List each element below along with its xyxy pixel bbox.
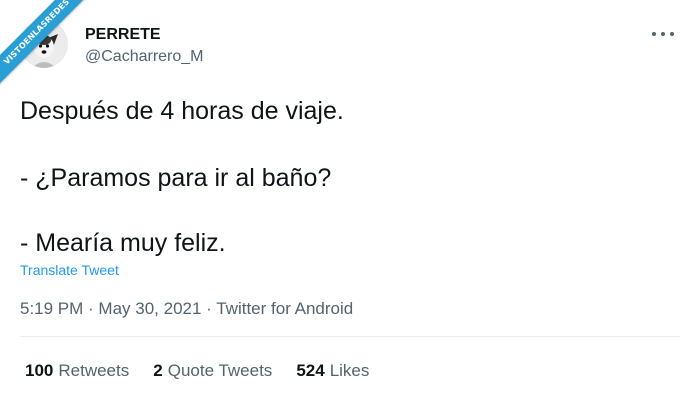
more-dot	[661, 32, 665, 36]
likes-count: 524	[296, 361, 325, 380]
more-dot	[670, 32, 674, 36]
author-display-name[interactable]: PERRETE	[85, 26, 161, 44]
quote-tweets-count: 2	[153, 361, 163, 380]
tweet-text-line: - ¿Paramos para ir al baño?	[20, 164, 332, 192]
likes-label: Likes	[329, 361, 370, 380]
author-handle[interactable]: @Cacharrero_M	[85, 48, 204, 66]
watermark-ribbon: VISTOENLASREDES	[0, 0, 90, 86]
more-dot	[652, 32, 656, 36]
watermark-corner: VISTOENLASREDES	[0, 0, 90, 90]
tweet-timestamp[interactable]: 5:19 PM · May 30, 2021 · Twitter for And…	[20, 299, 353, 319]
translate-tweet-link[interactable]: Translate Tweet	[20, 262, 119, 278]
retweets-label: Retweets	[58, 361, 130, 380]
tweet-card: VISTOENLASREDES PERRETE @Cacharrero_M De…	[0, 0, 700, 405]
quote-tweets-label: Quote Tweets	[167, 361, 273, 380]
quote-tweets-stat[interactable]: 2 Quote Tweets	[153, 361, 272, 381]
likes-stat[interactable]: 524 Likes	[296, 361, 369, 381]
tweet-text-line: - Mearía muy feliz.	[20, 229, 226, 257]
more-horizontal-icon[interactable]	[652, 26, 674, 42]
divider	[20, 336, 680, 337]
retweets-stat[interactable]: 100 Retweets	[25, 361, 129, 381]
retweets-count: 100	[25, 361, 54, 380]
tweet-text-line: Después de 4 horas de viaje.	[20, 97, 344, 125]
engagement-stats: 100 Retweets 2 Quote Tweets 524 Likes	[25, 361, 369, 381]
